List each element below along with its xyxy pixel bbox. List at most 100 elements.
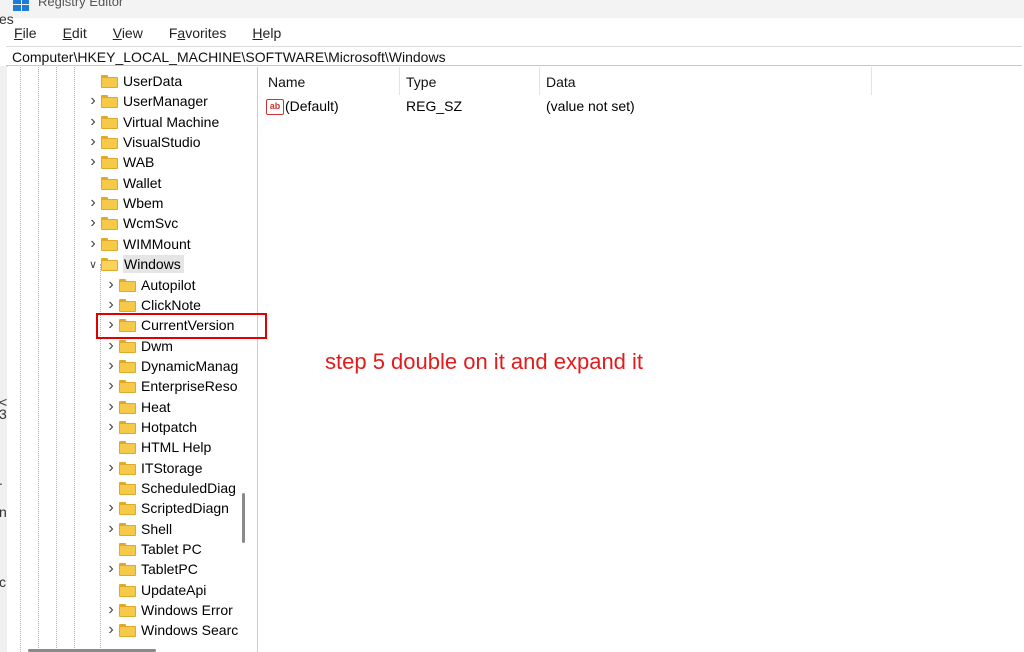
menu-item-label: ile: [22, 25, 37, 41]
chevron-right-icon: ›: [103, 580, 119, 600]
chevron-right-icon[interactable]: ›: [103, 498, 119, 518]
tree-node[interactable]: › UpdateApi: [103, 580, 206, 600]
tree-node-label: VisualStudio: [123, 134, 201, 150]
menu-item[interactable]: Edit: [63, 25, 87, 41]
chevron-right-icon[interactable]: ›: [85, 132, 101, 152]
tree-node[interactable]: › UserData: [85, 71, 182, 91]
tree-node[interactable]: › ClickNote: [103, 295, 201, 315]
value-row[interactable]: ab (Default) REG_SZ (value not set): [262, 96, 1002, 116]
tree-node[interactable]: › ITStorage: [103, 458, 202, 478]
chevron-right-icon[interactable]: ›: [103, 417, 119, 437]
tree-node[interactable]: ∨ Windows: [85, 254, 184, 274]
menu-item-label: iew: [121, 25, 143, 41]
chevron-right-icon[interactable]: ›: [103, 620, 119, 640]
tree-node[interactable]: › Autopilot: [103, 275, 195, 295]
folder-icon: [101, 237, 118, 251]
tree-node-label: Autopilot: [141, 277, 196, 293]
tree-node-label: ScriptedDiagn: [141, 500, 229, 516]
tree-node-label: Windows Searc: [141, 622, 239, 638]
window-title: Registry Editor: [38, 0, 124, 9]
menu-item-label: vorites: [185, 25, 227, 41]
column-header-type[interactable]: Type: [400, 67, 540, 95]
tree-node[interactable]: › Windows Error: [103, 600, 232, 620]
chevron-right-icon[interactable]: ›: [85, 213, 101, 233]
tree-node[interactable]: › VisualStudio: [85, 132, 201, 152]
column-header-data[interactable]: Data: [540, 67, 872, 95]
background-text-fragment: c: [0, 574, 6, 590]
menu-item[interactable]: File: [14, 25, 37, 41]
chevron-right-icon[interactable]: ›: [85, 112, 101, 132]
tree-node-label: Windows: [123, 255, 184, 273]
tree-node[interactable]: › Shell: [103, 519, 172, 539]
folder-icon: [119, 542, 136, 556]
tree-node[interactable]: › TabletPC: [103, 559, 197, 579]
background-text-fragment: .: [0, 472, 3, 488]
folder-icon: [101, 94, 118, 108]
tree-node[interactable]: › Heat: [103, 397, 170, 417]
tree-node[interactable]: › WcmSvc: [85, 213, 178, 233]
tree-node[interactable]: › Tablet PC: [103, 539, 202, 559]
folder-icon: [101, 216, 118, 230]
folder-icon: [101, 155, 118, 169]
chevron-right-icon: ›: [103, 478, 119, 498]
tree-node[interactable]: › Wbem: [85, 193, 163, 213]
menu-bar: File Edit View Favorites Help: [0, 22, 1024, 44]
chevron-right-icon[interactable]: ›: [103, 600, 119, 620]
menu-item-accelerator: H: [252, 25, 263, 41]
chevron-right-icon[interactable]: ›: [103, 519, 119, 539]
tree-node[interactable]: › Hotpatch: [103, 417, 197, 437]
tree-node[interactable]: › EnterpriseReso: [103, 376, 237, 396]
tree-node[interactable]: › DynamicManag: [103, 356, 238, 376]
tree-node[interactable]: › Windows Searc: [103, 620, 238, 640]
folder-icon: [119, 440, 136, 454]
tree-node-label: UserManager: [123, 93, 208, 109]
menu-item[interactable]: View: [113, 25, 143, 41]
folder-icon: [101, 257, 118, 271]
registry-editor-icon: [13, 0, 29, 11]
folder-icon: [119, 278, 136, 292]
chevron-right-icon[interactable]: ›: [103, 397, 119, 417]
chevron-right-icon: ›: [103, 437, 119, 457]
menu-item-accelerator: V: [112, 25, 122, 41]
tree-node-label: ClickNote: [141, 297, 201, 313]
menu-item[interactable]: Help: [252, 25, 281, 41]
tree-node-label: Wallet: [123, 175, 162, 191]
tree-node[interactable]: › Virtual Machine: [85, 112, 219, 132]
chevron-right-icon[interactable]: ›: [103, 559, 119, 579]
title-bar: Registry Editor: [0, 0, 1024, 18]
address-bar[interactable]: Computer\HKEY_LOCAL_MACHINE\SOFTWARE\Mic…: [6, 46, 1022, 66]
string-value-icon: ab: [266, 99, 284, 116]
menu-item[interactable]: Favorites: [169, 25, 227, 41]
tree-node[interactable]: › ScheduledDiag: [103, 478, 236, 498]
column-header-name[interactable]: Name: [262, 67, 400, 95]
tree-node[interactable]: › Wallet: [85, 173, 161, 193]
tree-node[interactable]: › ScriptedDiagn: [103, 498, 229, 518]
chevron-right-icon[interactable]: ›: [103, 336, 119, 356]
tree-guide-line: [20, 67, 21, 652]
tree-vertical-scrollbar[interactable]: [242, 493, 245, 543]
folder-icon: [119, 501, 136, 515]
menu-item-label: dit: [71, 25, 87, 41]
chevron-right-icon: ›: [103, 539, 119, 559]
value-name: (Default): [285, 98, 339, 114]
chevron-right-icon[interactable]: ›: [103, 356, 119, 376]
tree-node-label: HTML Help: [141, 439, 212, 455]
chevron-right-icon[interactable]: ›: [85, 152, 101, 172]
tree-node[interactable]: › WAB: [85, 152, 154, 172]
chevron-right-icon[interactable]: ›: [103, 376, 119, 396]
chevron-right-icon[interactable]: ›: [103, 275, 119, 295]
chevron-right-icon: ›: [85, 173, 101, 193]
chevron-right-icon[interactable]: ›: [103, 458, 119, 478]
chevron-right-icon[interactable]: ›: [103, 295, 119, 315]
registry-tree[interactable]: › UserData › UserManager › Virtual Machine › Vi…: [7, 67, 258, 652]
tree-node[interactable]: › WIMMount: [85, 234, 190, 254]
folder-icon: [119, 359, 136, 373]
tree-node[interactable]: › HTML Help: [103, 437, 211, 457]
folder-icon: [101, 196, 118, 210]
chevron-right-icon[interactable]: ›: [85, 91, 101, 111]
chevron-down-icon[interactable]: ∨: [85, 254, 101, 274]
tree-node[interactable]: › UserManager: [85, 91, 208, 111]
tree-node[interactable]: › Dwm: [103, 336, 173, 356]
chevron-right-icon[interactable]: ›: [85, 193, 101, 213]
chevron-right-icon[interactable]: ›: [85, 234, 101, 254]
